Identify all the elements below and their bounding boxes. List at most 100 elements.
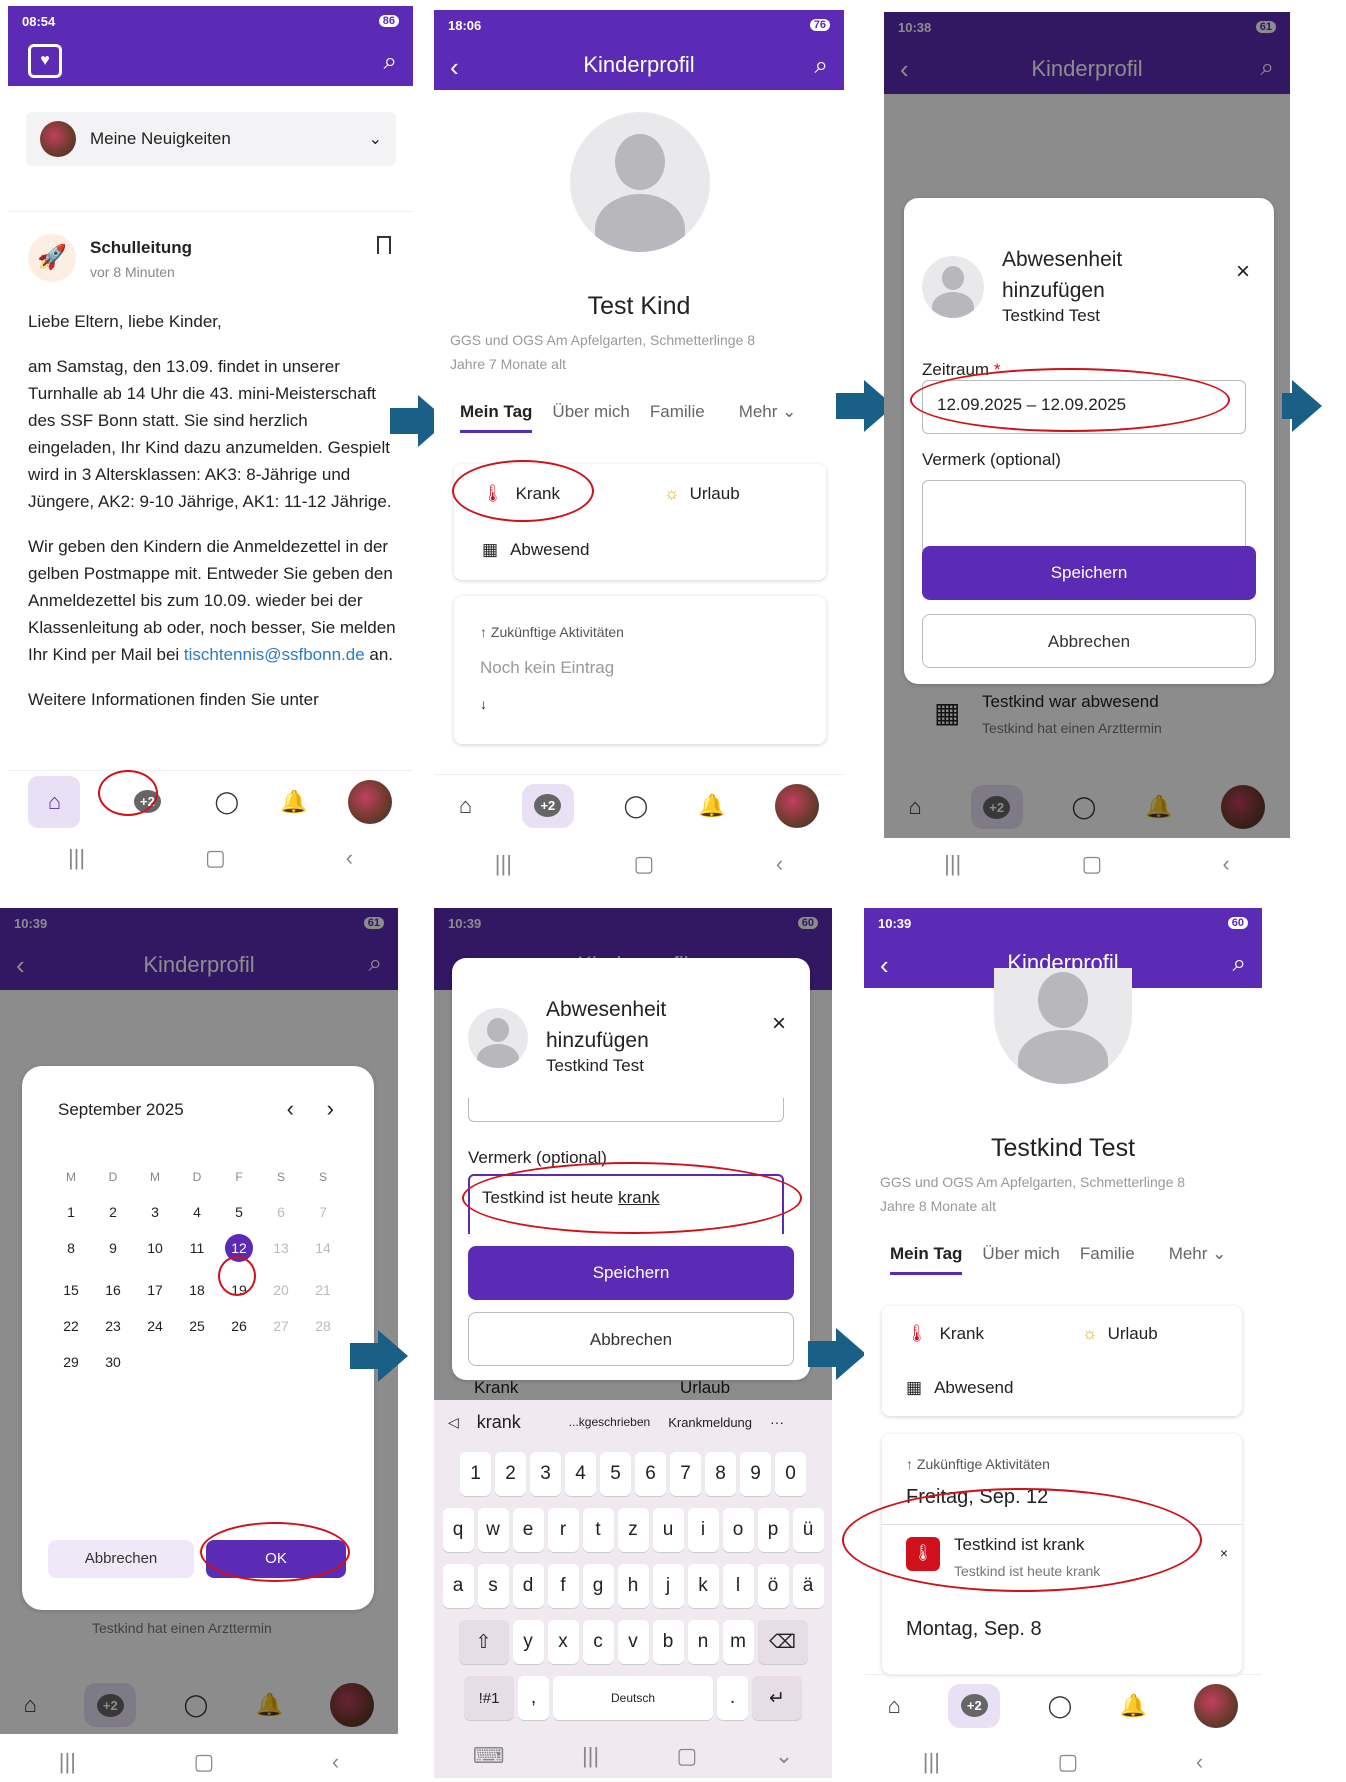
key[interactable]: 2	[495, 1452, 526, 1496]
calendar-day[interactable]: 8	[50, 1240, 92, 1262]
calendar-day[interactable]: 18	[176, 1282, 218, 1298]
back-icon[interactable]: ‹	[776, 851, 783, 877]
key[interactable]: ä	[792, 1564, 824, 1608]
tab-mein-tag[interactable]: Mein Tag	[890, 1244, 963, 1275]
calendar-day[interactable]: 22	[50, 1318, 92, 1334]
calendar-day[interactable]: 26	[218, 1318, 260, 1334]
back-icon[interactable]: ‹	[1223, 851, 1230, 877]
delete-entry-icon[interactable]: ×	[1220, 1545, 1228, 1561]
calendar-day[interactable]: 6	[260, 1204, 302, 1220]
key[interactable]: 8	[705, 1452, 736, 1496]
abwesend-button[interactable]: ▦ Abwesend	[906, 1378, 1013, 1398]
key[interactable]: e	[512, 1508, 544, 1552]
keyboard-toggle-icon[interactable]: ◁	[448, 1414, 459, 1431]
calendar-day[interactable]: 15	[50, 1282, 92, 1298]
bookmark-icon[interactable]	[377, 236, 391, 254]
abwesend-button[interactable]: ▦ Abwesend	[482, 540, 589, 560]
home-icon[interactable]: ⌂	[888, 1693, 901, 1719]
vermerk-field[interactable]	[922, 480, 1246, 554]
tab-familie[interactable]: Familie	[650, 402, 705, 433]
home-icon[interactable]: ⌂	[28, 775, 81, 828]
home-button-icon[interactable]: ▢	[1082, 851, 1103, 877]
key[interactable]: w	[477, 1508, 509, 1552]
suggestion[interactable]: krank	[477, 1412, 521, 1433]
key[interactable]: d	[512, 1564, 544, 1608]
recents-icon[interactable]: |||	[68, 845, 85, 871]
home-button-icon[interactable]: ▢	[1058, 1749, 1079, 1775]
key[interactable]: a	[442, 1564, 474, 1608]
key[interactable]: x	[547, 1620, 579, 1664]
calendar-day[interactable]: 21	[302, 1282, 344, 1298]
key[interactable]: n	[687, 1620, 719, 1664]
prev-month-icon[interactable]: ‹	[287, 1096, 294, 1122]
key[interactable]: 7	[670, 1452, 701, 1496]
urlaub-button[interactable]: ☼ Urlaub	[1082, 1324, 1158, 1344]
calendar-day[interactable]: 3	[134, 1204, 176, 1220]
key[interactable]: 4	[565, 1452, 596, 1496]
space-key[interactable]: Deutsch	[553, 1676, 713, 1720]
tab-ueber-mich[interactable]: Über mich	[552, 402, 629, 433]
calendar-day[interactable]: 24	[134, 1318, 176, 1334]
key[interactable]: v	[617, 1620, 649, 1664]
key[interactable]: 5	[600, 1452, 631, 1496]
cancel-button[interactable]: Abbrechen	[468, 1312, 794, 1366]
back-icon[interactable]: ‹	[1196, 1749, 1203, 1775]
home-icon[interactable]: ⌂	[459, 793, 472, 819]
key[interactable]: o	[722, 1508, 754, 1552]
recents-icon[interactable]: |||	[582, 1743, 599, 1769]
calendar-day[interactable]: 30	[92, 1354, 134, 1370]
key[interactable]: g	[582, 1564, 614, 1608]
urlaub-button[interactable]: ☼ Urlaub	[664, 484, 740, 504]
cancel-button[interactable]: Abbrechen	[922, 614, 1256, 668]
calendar-day[interactable]: 29	[50, 1354, 92, 1370]
recents-icon[interactable]: |||	[495, 851, 512, 877]
recents-icon[interactable]: |||	[944, 851, 961, 877]
key[interactable]: k	[687, 1564, 719, 1608]
feed-dropdown[interactable]: Meine Neuigkeiten ⌄	[26, 112, 396, 166]
calendar-day[interactable]: 23	[92, 1318, 134, 1334]
back-icon[interactable]: ‹	[346, 845, 353, 871]
next-month-icon[interactable]: ›	[327, 1096, 334, 1122]
calendar-day[interactable]: 28	[302, 1318, 344, 1334]
calendar-day[interactable]: 2	[92, 1204, 134, 1220]
email-link[interactable]: tischtennis@ssfbonn.de	[184, 645, 365, 664]
key[interactable]: c	[582, 1620, 614, 1664]
home-button-icon[interactable]: ▢	[205, 845, 226, 871]
children-group-icon[interactable]: +2	[521, 783, 574, 828]
tab-ueber-mich[interactable]: Über mich	[982, 1244, 1059, 1275]
recents-icon[interactable]: |||	[59, 1749, 76, 1775]
key[interactable]: z	[617, 1508, 649, 1552]
home-logo-icon[interactable]: ♥	[28, 44, 62, 78]
calendar-day[interactable]: 1	[50, 1204, 92, 1220]
save-button[interactable]: Speichern	[922, 546, 1256, 600]
calendar-day[interactable]: 14	[302, 1240, 344, 1262]
keyboard-grid-icon[interactable]: ⌨	[473, 1743, 505, 1769]
calendar-day[interactable]: 13	[260, 1240, 302, 1262]
key[interactable]: b	[652, 1620, 684, 1664]
close-icon[interactable]: ×	[772, 1010, 786, 1038]
calendar-day[interactable]: 16	[92, 1282, 134, 1298]
bell-icon[interactable]: 🔔	[1120, 1693, 1147, 1719]
key[interactable]: s	[477, 1564, 509, 1608]
home-button-icon[interactable]: ▢	[634, 851, 655, 877]
calendar-day[interactable]: 17	[134, 1282, 176, 1298]
calendar-day[interactable]: 11	[176, 1240, 218, 1262]
chat-icon[interactable]: ◯	[1048, 1693, 1073, 1719]
tab-mehr[interactable]: Mehr ⌄	[1169, 1244, 1227, 1275]
save-button[interactable]: Speichern	[468, 1246, 794, 1300]
calendar-day[interactable]: 7	[302, 1204, 344, 1220]
key[interactable]: m	[722, 1620, 754, 1664]
children-group-icon[interactable]: +2	[948, 1683, 1001, 1728]
key[interactable]: f	[547, 1564, 579, 1608]
enter-key-icon[interactable]: ↵	[752, 1676, 802, 1720]
tab-familie[interactable]: Familie	[1080, 1244, 1135, 1275]
key[interactable]: q	[442, 1508, 474, 1552]
back-icon[interactable]: ‹	[332, 1749, 339, 1775]
suggestion[interactable]: ...kgeschrieben	[569, 1415, 650, 1429]
calendar-day[interactable]: 5	[218, 1204, 260, 1220]
calendar-day[interactable]: 4	[176, 1204, 218, 1220]
calendar-day[interactable]: 20	[260, 1282, 302, 1298]
close-icon[interactable]: ×	[1236, 258, 1250, 286]
search-icon[interactable]: ⌕	[815, 52, 828, 80]
chat-icon[interactable]: ◯	[214, 789, 239, 815]
